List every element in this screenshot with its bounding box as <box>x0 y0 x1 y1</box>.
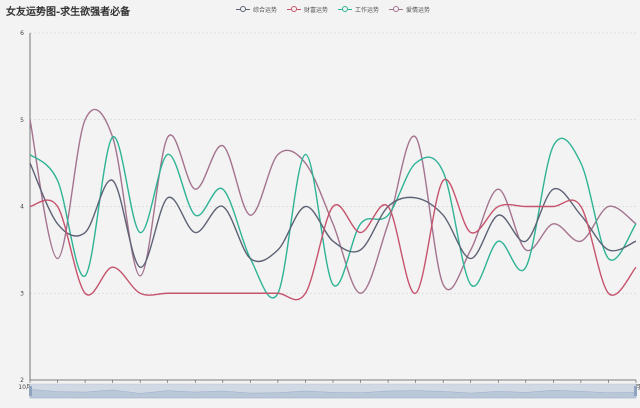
y-tick-label: 6 <box>20 30 24 37</box>
series-lines <box>29 108 637 301</box>
y-tick-label: 5 <box>20 117 24 124</box>
y-tick-label: 2 <box>20 377 24 384</box>
y-tick-label: 4 <box>20 204 24 211</box>
chart-plot: 2345610月9日10月11日10月13日10月15日10月17日10月19日… <box>18 30 640 399</box>
zoom-handle-left <box>29 386 32 396</box>
grid-lines <box>30 32 636 294</box>
series-line-1 <box>29 178 637 301</box>
zoom-handle-right <box>634 386 637 396</box>
y-tick-label: 3 <box>20 290 24 297</box>
series-line-2 <box>29 136 637 299</box>
data-zoom-slider[interactable] <box>29 383 637 399</box>
axes: 2345610月9日10月11日10月13日10月15日10月17日10月19日… <box>18 30 640 391</box>
zoom-window <box>30 384 636 398</box>
